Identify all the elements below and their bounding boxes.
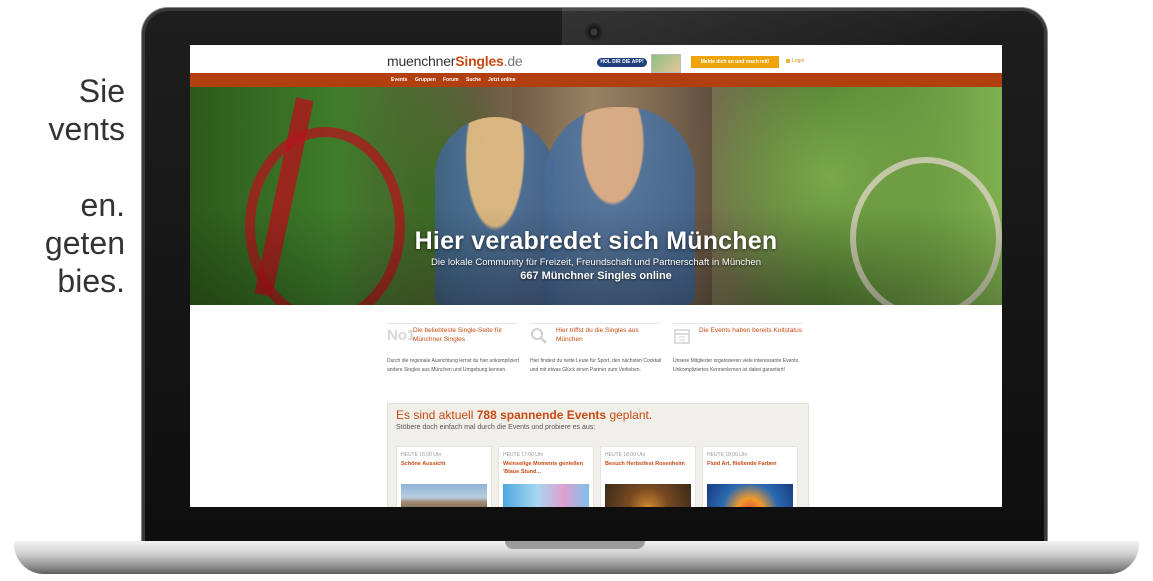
lock-icon — [786, 58, 790, 63]
event-title[interactable]: Besuch Herbstfest Rosenheim — [605, 460, 691, 468]
feature-text: Durch die regionale Ausrichtung lernst d… — [387, 358, 520, 373]
feature-title: Die beliebteste Single-Seite für Münchne… — [413, 327, 503, 343]
hero-title: Hier verabredet sich München — [414, 227, 778, 255]
nav-item-gruppen[interactable]: Gruppen — [415, 73, 436, 87]
logo-part: Singles — [455, 53, 504, 69]
logo-part: .de — [503, 53, 523, 69]
get-app-button[interactable]: HOL DIR DIE APP! — [597, 58, 647, 67]
event-time: HEUTE 16:00 Uhr — [401, 452, 442, 458]
events-headline-post: geplant. — [609, 408, 653, 422]
laptop-notch — [505, 541, 645, 549]
calendar-icon — [673, 327, 695, 345]
feature-row: No1 Die beliebteste Single-Seite für Mün… — [387, 323, 807, 393]
events-count: 788 spannende Events — [476, 408, 607, 422]
slide-text-line: Sie — [78, 73, 125, 109]
slide-text: Sie vents en. geten bies. — [0, 72, 125, 300]
nav-item-jetzt-online[interactable]: Jetzt online — [488, 73, 516, 87]
divider — [387, 323, 517, 324]
nav-item-events[interactable]: Events — [391, 73, 407, 87]
events-section: Es sind aktuell 788 spannende Events gep… — [387, 403, 809, 507]
logo-part: muenchner — [387, 53, 456, 69]
divider — [673, 323, 803, 324]
event-image[interactable] — [401, 484, 487, 507]
laptop-screen: muenchnerSingles.de HOL DIR DIE APP! Mel… — [190, 45, 1002, 507]
slide-text-line: vents — [48, 111, 125, 147]
site-header: muenchnerSingles.de HOL DIR DIE APP! Mel… — [190, 45, 1002, 73]
online-count[interactable]: 667 Münchner Singles online — [190, 270, 1002, 282]
event-card[interactable]: HEUTE 17:00 Uhr Weinselige Momente genie… — [498, 446, 594, 507]
login-link[interactable]: Login — [786, 58, 804, 64]
event-card[interactable]: HEUTE 18:00 Uhr Fluid Art, fließende Far… — [702, 446, 798, 507]
event-title[interactable]: Schöne Aussicht — [401, 460, 487, 468]
events-subline: Stöbere doch einfach mal durch die Event… — [396, 424, 596, 431]
feature-text: Hier findest du nette Leute für Sport, d… — [530, 358, 662, 373]
event-image[interactable] — [605, 484, 691, 507]
hero-subtitle: Die lokale Community für Freizeit, Freun… — [430, 257, 761, 268]
event-title[interactable]: Weinselige Momente genießen 'Blaue Stund… — [503, 460, 589, 476]
event-time: HEUTE 18:00 Uhr — [605, 452, 646, 458]
slide-text-line: geten — [44, 225, 125, 261]
event-image[interactable] — [707, 484, 793, 507]
feature-text: Unsere Mitglieder organisieren viele int… — [673, 358, 800, 373]
login-label: Login — [792, 58, 805, 64]
webcam-icon — [585, 23, 603, 41]
event-card[interactable]: HEUTE 18:00 Uhr Besuch Herbstfest Rosenh… — [600, 446, 696, 507]
slide-text-line: bies. — [57, 263, 125, 299]
events-headline: Es sind aktuell 788 spannende Events gep… — [396, 408, 652, 422]
events-headline-pre: Es sind aktuell — [396, 408, 474, 422]
search-icon — [530, 327, 552, 345]
register-button[interactable]: Melde dich an und mach mit! — [691, 56, 779, 68]
nav-item-suche[interactable]: Suche — [466, 73, 481, 87]
event-time: HEUTE 18:00 Uhr — [707, 452, 748, 458]
site-logo[interactable]: muenchnerSingles.de — [387, 53, 523, 69]
app-phone-image[interactable] — [651, 54, 681, 73]
hero-banner: Hier verabredet sich München Die lokale … — [190, 87, 1002, 305]
slide-text-line — [0, 148, 125, 186]
event-title[interactable]: Fluid Art, fließende Farben — [707, 460, 793, 468]
feature-title: Die Events haben bereits Kultstatus — [699, 327, 802, 334]
event-card[interactable]: HEUTE 16:00 Uhr Schöne Aussicht — [396, 446, 492, 507]
divider — [530, 323, 660, 324]
slide-text-line: en. — [80, 187, 125, 223]
event-time: HEUTE 17:00 Uhr — [503, 452, 544, 458]
feature-title: Hier triffst du die Singles aus München — [556, 327, 639, 343]
nav-item-forum[interactable]: Forum — [443, 73, 459, 87]
event-image[interactable] — [503, 484, 589, 507]
main-nav: Events Gruppen Forum Suche Jetzt online — [190, 73, 1002, 87]
number-one-icon: No1 — [387, 327, 416, 344]
